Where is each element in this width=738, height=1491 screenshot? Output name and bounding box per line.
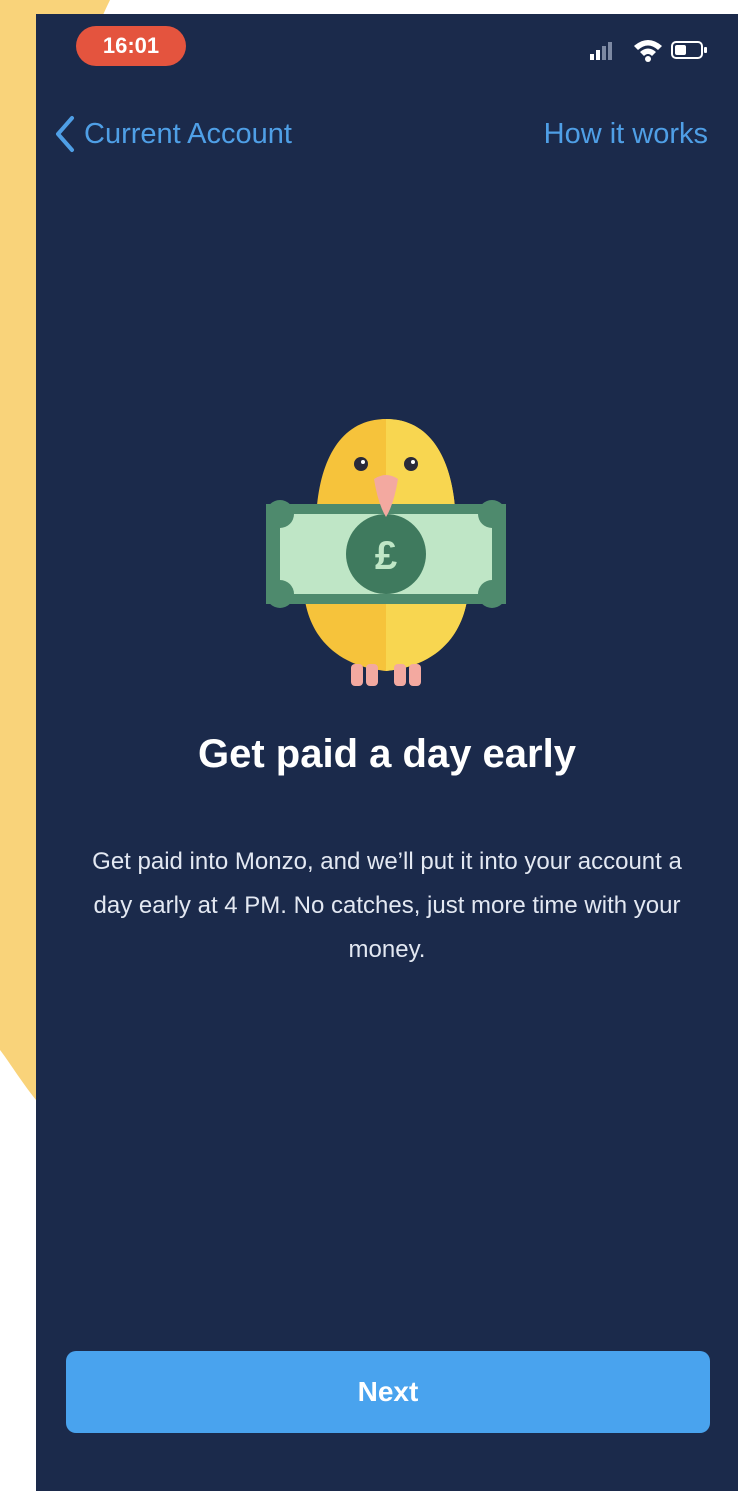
chevron-left-icon <box>56 116 74 152</box>
battery-icon <box>671 41 707 59</box>
screen: 16:01 Current Account How it works £ Get… <box>0 0 738 1491</box>
signal-icon <box>590 42 612 60</box>
page-description: Get paid into Monzo, and we’ll put it in… <box>92 848 682 963</box>
wifi-icon <box>634 40 662 62</box>
back-button[interactable]: Current Account <box>54 104 292 164</box>
status-time: 16:01 <box>76 26 186 66</box>
navigation-bar: Current Account How it works <box>36 104 738 164</box>
phone-screen: 16:01 Current Account How it works £ Get… <box>36 14 738 1491</box>
next-button[interactable]: Next <box>66 1351 710 1433</box>
page-title: Get paid a day early <box>198 732 576 776</box>
back-button-label: Current Account <box>84 117 292 150</box>
currency-symbol: £ <box>375 534 397 578</box>
bird-holding-banknote-icon: £ <box>266 419 506 686</box>
how-it-works-link[interactable]: How it works <box>544 104 708 164</box>
status-icons <box>590 40 707 62</box>
status-bar: 16:01 <box>36 14 738 84</box>
